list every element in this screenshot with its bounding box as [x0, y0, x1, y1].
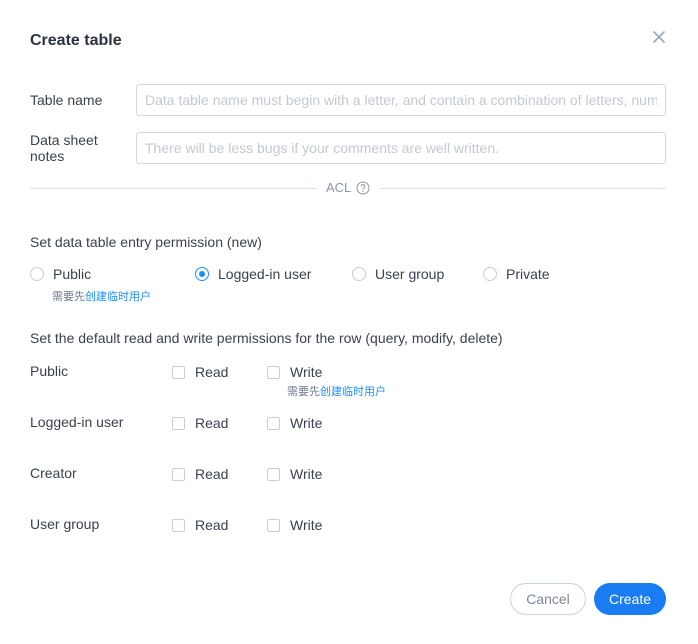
perm-user-group-write[interactable]: Write: [267, 517, 322, 533]
hint-prefix: 需要先: [52, 291, 85, 303]
radio-public[interactable]: Public: [30, 266, 91, 282]
perm-row-user-group-label: User group: [30, 516, 100, 532]
table-name-label: Table name: [30, 92, 103, 108]
notes-label: Data sheet notes: [30, 132, 98, 164]
perm-creator-write-label: Write: [290, 466, 323, 482]
perm-logged-in-write-checkbox[interactable]: [267, 416, 280, 430]
radio-private-label: Private: [506, 266, 550, 282]
perm-row-logged-in-label: Logged-in user: [30, 414, 124, 430]
entry-permission-hint: 需要先创建临时用户: [52, 288, 151, 304]
create-temp-user-link[interactable]: 创建临时用户: [85, 291, 151, 303]
perm-logged-in-read[interactable]: Read: [172, 415, 228, 431]
perm-row-creator-label: Creator: [30, 465, 77, 481]
radio-public-control[interactable]: [30, 267, 44, 281]
radio-user-group-label: User group: [375, 266, 445, 282]
perm-user-group-read[interactable]: Read: [172, 517, 228, 533]
row-hint-prefix: 需要先: [287, 386, 320, 398]
notes-label-line1: Data sheet: [30, 132, 98, 148]
radio-user-group-control[interactable]: [352, 267, 366, 281]
question-circle-icon[interactable]: [356, 181, 370, 195]
dialog-title: Create table: [30, 32, 122, 49]
acl-label: ACL: [326, 180, 352, 195]
entry-permission-heading: Set data table entry permission (new): [30, 234, 262, 250]
perm-public-read-checkbox[interactable]: [172, 365, 185, 379]
perm-user-group-read-checkbox[interactable]: [172, 518, 185, 532]
perm-creator-read[interactable]: Read: [172, 466, 228, 482]
perm-public-read[interactable]: Read: [172, 364, 228, 380]
acl-divider-label: ACL: [326, 180, 370, 195]
close-icon[interactable]: [650, 28, 668, 46]
create-table-dialog: Create table Table name Data sheet notes…: [0, 0, 698, 644]
acl-divider-left: [30, 188, 316, 189]
radio-logged-in-user[interactable]: Logged-in user: [195, 266, 311, 282]
perm-creator-write-checkbox[interactable]: [267, 467, 280, 481]
radio-public-label: Public: [53, 266, 92, 282]
radio-private-control[interactable]: [483, 267, 497, 281]
perm-creator-read-checkbox[interactable]: [172, 467, 185, 481]
perm-public-read-label: Read: [195, 364, 229, 380]
notes-label-line2: notes: [30, 148, 65, 164]
perm-logged-in-read-checkbox[interactable]: [172, 416, 185, 430]
perm-row-public-label: Public: [30, 363, 69, 379]
table-name-input[interactable]: [136, 84, 666, 116]
perm-user-group-read-label: Read: [195, 517, 229, 533]
radio-user-group[interactable]: User group: [352, 266, 444, 282]
perm-user-group-write-checkbox[interactable]: [267, 518, 280, 532]
row-permission-hint: 需要先创建临时用户: [287, 383, 386, 399]
perm-logged-in-read-label: Read: [195, 415, 229, 431]
radio-logged-in-user-control[interactable]: [195, 267, 209, 281]
perm-public-write-label: Write: [290, 364, 323, 380]
perm-creator-write[interactable]: Write: [267, 466, 322, 482]
perm-public-write-checkbox[interactable]: [267, 365, 280, 379]
acl-divider-right: [380, 188, 666, 189]
row-permission-heading: Set the default read and write permissio…: [30, 330, 503, 346]
perm-creator-read-label: Read: [195, 466, 229, 482]
perm-logged-in-write-label: Write: [290, 415, 323, 431]
create-button[interactable]: Create: [594, 583, 666, 615]
notes-input[interactable]: [136, 132, 666, 164]
perm-logged-in-write[interactable]: Write: [267, 415, 322, 431]
radio-logged-in-user-label: Logged-in user: [218, 266, 312, 282]
radio-private[interactable]: Private: [483, 266, 550, 282]
perm-public-write[interactable]: Write: [267, 364, 322, 380]
perm-user-group-write-label: Write: [290, 517, 323, 533]
cancel-button[interactable]: Cancel: [510, 583, 586, 615]
row-create-temp-user-link[interactable]: 创建临时用户: [320, 386, 386, 398]
